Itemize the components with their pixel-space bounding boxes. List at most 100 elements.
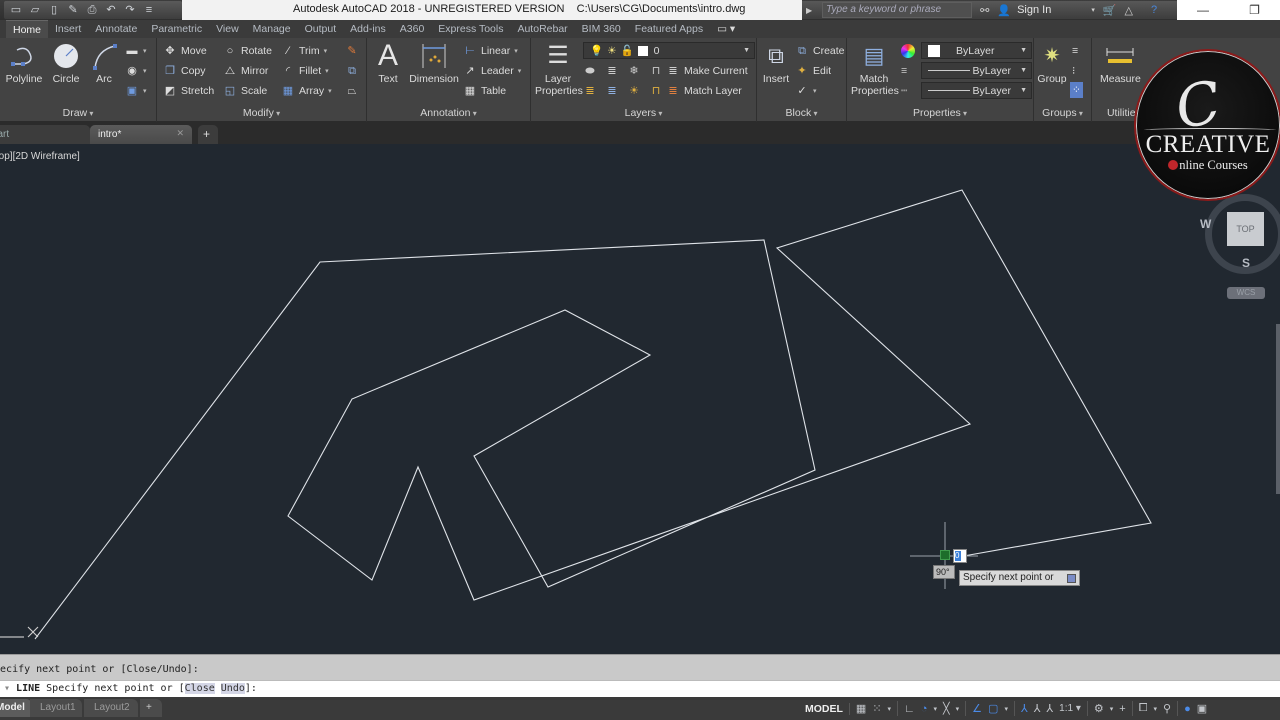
tab-a360[interactable]: A360 [393, 20, 432, 38]
undo-icon[interactable]: ↶ [105, 4, 117, 16]
block-attributes-button[interactable]: ✓ ▾ [795, 83, 816, 99]
layer-on-all-icon[interactable]: ≣ [583, 84, 597, 98]
chevron-down-icon[interactable]: ▾ [1154, 705, 1158, 713]
object-snap-tracking-icon[interactable]: ∠ [972, 702, 982, 715]
save-as-icon[interactable]: ✎ [67, 4, 79, 16]
customize-icon[interactable]: ≡ [143, 4, 155, 16]
make-current-button[interactable]: ≣ Make Current [666, 63, 747, 79]
polyline-button[interactable]: Polyline [4, 42, 44, 85]
panel-title-layers[interactable]: Layers [531, 107, 756, 119]
command-menu-icon[interactable]: ▾ [4, 683, 16, 694]
erase-button[interactable]: ✎ [345, 43, 359, 59]
close-icon[interactable]: ✕ [176, 128, 184, 139]
hatch-button[interactable]: ◉ ▾ [125, 63, 146, 79]
table-button[interactable]: ▦ Table [463, 83, 506, 99]
panel-title-modify[interactable]: Modify [157, 107, 366, 119]
panel-title-annotation[interactable]: Annotation [367, 107, 530, 119]
new-icon[interactable]: ▭ [10, 4, 22, 16]
chevron-down-icon[interactable]: ▾ [1110, 705, 1114, 713]
search-input[interactable]: Type a keyword or phrase [822, 2, 973, 18]
rotate-button[interactable]: ○ Rotate [223, 43, 272, 59]
command-line[interactable]: ▾ LINE Specify next point or [Close Undo… [0, 680, 1280, 697]
layer-dropdown[interactable]: 💡 ☀ 🔓 0 ▼ [583, 42, 755, 59]
model-space-button[interactable]: MODEL [805, 702, 850, 715]
scale-button[interactable]: ◱ Scale [223, 83, 267, 99]
grid-icon[interactable]: ▦ [856, 702, 866, 715]
panel-title-properties[interactable]: Properties [847, 107, 1033, 119]
layout-tab-layout1[interactable]: Layout1 [30, 699, 82, 717]
move-button[interactable]: ✥ Move [163, 43, 206, 59]
viewcube[interactable]: TOP N W S [1200, 176, 1280, 274]
isometric-icon[interactable]: ╳ [943, 702, 950, 715]
ortho-icon[interactable]: ∟ [904, 703, 915, 715]
tab-express-tools[interactable]: Express Tools [431, 20, 510, 38]
user-icon[interactable]: 👤 [997, 4, 1011, 17]
ucs-menu[interactable]: WCS [1227, 287, 1265, 299]
match-layer-button[interactable]: ≣ Match Layer [666, 83, 741, 99]
sign-in-button[interactable]: Sign In [1017, 4, 1051, 16]
new-tab-button[interactable]: + [198, 125, 218, 144]
chevron-down-icon[interactable]: ▾ [1004, 705, 1008, 713]
annotation-scale-dropdown[interactable]: 1:1 ▾ [1059, 703, 1081, 714]
autodesk-exchange-icon[interactable]: △ [1125, 4, 1133, 17]
layout-tab-layout2[interactable]: Layout2 [84, 699, 138, 717]
tab-autorebar[interactable]: AutoRebar [510, 20, 574, 38]
option-undo[interactable]: Undo [220, 683, 245, 694]
drawing-canvas[interactable] [0, 144, 1280, 654]
rectangle-button[interactable]: ▬ ▾ [125, 43, 147, 59]
group-edit-icon[interactable]: ⁝ [1072, 63, 1075, 79]
copy-button[interactable]: ❐ Copy [163, 63, 205, 79]
array-button[interactable]: ▦ Array ▾ [281, 83, 332, 99]
layer-unlock-icon[interactable]: ⊓ [649, 84, 663, 98]
offset-button[interactable]: ⏢ [345, 83, 359, 99]
save-icon[interactable]: ▯ [48, 4, 60, 16]
annotation-visibility-icon[interactable]: ⅄ [1021, 702, 1028, 715]
text-button[interactable]: A Text [373, 41, 403, 86]
ungroup-icon[interactable]: ≡ [1072, 43, 1078, 59]
panel-title-groups[interactable]: Groups [1034, 107, 1091, 119]
chevron-down-icon[interactable]: ▾ [1091, 6, 1095, 14]
layer-off-icon[interactable]: ⬬ [583, 64, 597, 78]
layer-freeze-tool-icon[interactable]: ❄ [627, 64, 641, 78]
command-prompt[interactable]: ▾ LINE Specify next point or [Close Undo… [4, 683, 257, 694]
hardware-acceleration-icon[interactable]: ⧠ [1139, 702, 1148, 715]
snap-mode-icon[interactable]: ⁙ [872, 702, 881, 715]
plot-icon[interactable]: ⎙ [86, 4, 98, 16]
compass-west[interactable]: W [1200, 217, 1211, 231]
tab-featured-apps[interactable]: Featured Apps [628, 20, 710, 38]
layer-lock-tool-icon[interactable]: ⊓ [649, 64, 663, 78]
trim-button[interactable]: ⁄ Trim ▾ [281, 43, 327, 59]
tab-output[interactable]: Output [298, 20, 344, 38]
lineweight-dropdown[interactable]: ByLayer ▼ [921, 62, 1032, 79]
file-tab-intro[interactable]: intro* ✕ [90, 125, 192, 144]
restore-button[interactable]: ❐ [1249, 3, 1260, 17]
viewcube-top-face[interactable]: TOP [1227, 212, 1264, 246]
arc-button[interactable]: Arc [88, 42, 120, 85]
gear-icon[interactable]: ⚙ [1094, 702, 1104, 715]
linetype-dropdown[interactable]: ByLayer ▼ [921, 82, 1032, 99]
redo-icon[interactable]: ↷ [124, 4, 136, 16]
annotation-scale-icon[interactable]: ⅄ [1046, 702, 1053, 715]
mirror-button[interactable]: ⧍ Mirror [223, 63, 269, 79]
circle-button[interactable]: Circle [48, 42, 84, 85]
tab-manage[interactable]: Manage [246, 20, 298, 38]
panel-title-draw[interactable]: Draw [0, 107, 156, 119]
create-block-button[interactable]: ⧉ Create [795, 43, 844, 59]
tab-annotate[interactable]: Annotate [88, 20, 144, 38]
linear-button[interactable]: ⊢ Linear ▾ [463, 43, 518, 59]
tab-home[interactable]: Home [6, 20, 49, 38]
tab-add-ins[interactable]: Add-ins [343, 20, 393, 38]
boundary-button[interactable]: ▣ ▾ [125, 83, 147, 99]
edit-block-button[interactable]: ✦ Edit [795, 63, 831, 79]
explode-button[interactable]: ⧉ [345, 63, 359, 79]
plus-icon[interactable]: + [1119, 703, 1125, 715]
tab-view[interactable]: View [209, 20, 246, 38]
match-properties-button[interactable]: ▤ Match Properties [851, 42, 899, 97]
isolate-objects-icon[interactable]: ⚲ [1163, 702, 1171, 715]
binoculars-icon[interactable]: ⚯ [980, 4, 989, 17]
layout-tab-model[interactable]: Model [0, 699, 32, 717]
measure-button[interactable]: Measure [1100, 42, 1141, 85]
ribbon-display-toggle-icon[interactable]: ▭ ▾ [710, 20, 742, 38]
dynamic-input-field[interactable]: 0 [953, 549, 967, 563]
polar-tracking-icon[interactable]: ◔ [921, 703, 928, 715]
